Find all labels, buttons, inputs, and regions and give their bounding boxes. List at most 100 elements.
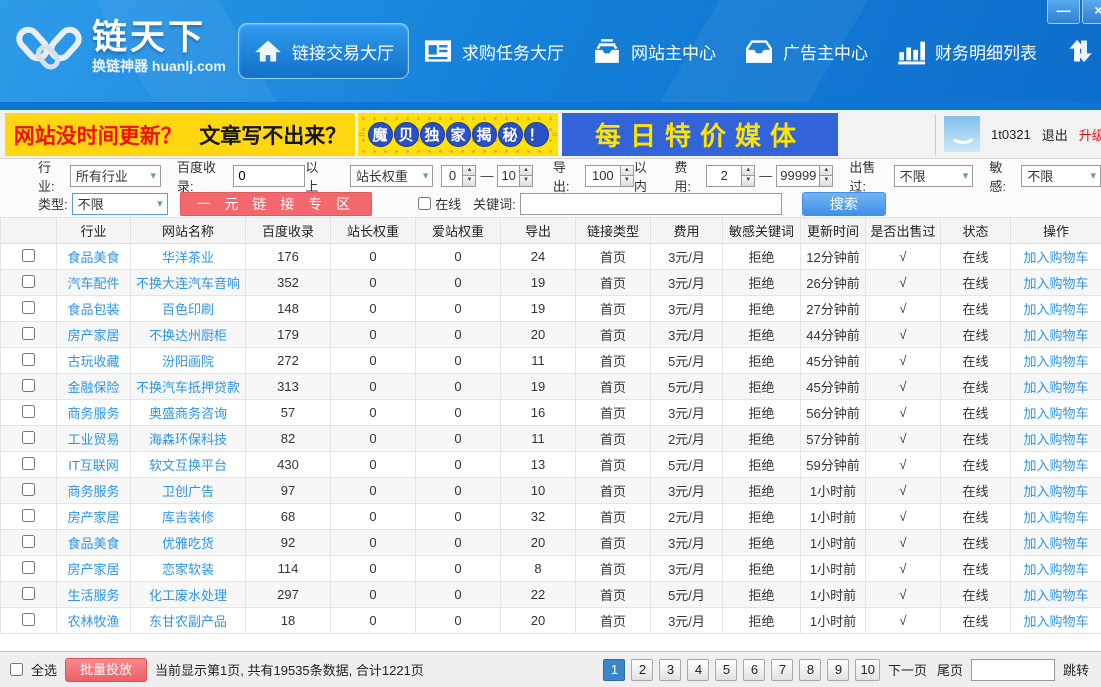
cell-site[interactable]: 百色印刷 (162, 302, 214, 317)
nav-advertiser-center[interactable]: 广告主中心 (730, 25, 882, 77)
banner-mobei-ad[interactable]: ≈ 魔贝独家揭秘！ ≈ (358, 113, 558, 156)
spinner-down[interactable]: ▼ (520, 176, 532, 186)
cell-site[interactable]: 软文互换平台 (149, 458, 227, 473)
spinner-down[interactable]: ▼ (463, 176, 475, 186)
select-all-checkbox[interactable] (10, 663, 23, 676)
cell-industry[interactable]: IT互联网 (68, 458, 119, 473)
cell-industry[interactable]: 食品美食 (67, 250, 119, 265)
spinner-up[interactable]: ▲ (463, 166, 475, 177)
spinner-up[interactable]: ▲ (621, 166, 633, 177)
cell-action[interactable]: 加入购物车 (1023, 588, 1088, 603)
cell-site[interactable]: 不换汽车抵押贷款 (136, 380, 240, 395)
export-stepper[interactable]: 100 ▲▼ (585, 165, 634, 187)
spinner-up[interactable]: ▲ (520, 166, 532, 177)
cell-industry[interactable]: 商务服务 (67, 406, 119, 421)
cell-action[interactable]: 加入购物车 (1023, 328, 1088, 343)
cell-industry[interactable]: 工业贸易 (67, 432, 119, 447)
page-button-9[interactable]: 9 (827, 659, 849, 681)
cell-site[interactable]: 库吉装修 (162, 510, 214, 525)
search-button[interactable]: 搜索 (802, 192, 886, 216)
row-checkbox[interactable] (22, 587, 35, 600)
row-checkbox[interactable] (22, 405, 35, 418)
row-checkbox[interactable] (22, 275, 35, 288)
cell-site[interactable]: 卫创广告 (162, 484, 214, 499)
row-checkbox[interactable] (22, 509, 35, 522)
logout-link[interactable]: 退出 (1042, 125, 1068, 144)
weight-max-stepper[interactable]: 10 ▲▼ (497, 165, 532, 187)
row-checkbox[interactable] (22, 301, 35, 314)
nav-webmaster-center[interactable]: 网站主中心 (578, 25, 730, 77)
cell-action[interactable]: 加入购物车 (1023, 302, 1088, 317)
row-checkbox[interactable] (22, 431, 35, 444)
cell-industry[interactable]: 房产家居 (67, 562, 119, 577)
one-yuan-zone-button[interactable]: 一 元 链 接 专 区 (180, 192, 372, 216)
fee-max-stepper[interactable]: 99999 ▲▼ (776, 165, 833, 187)
page-button-3[interactable]: 3 (659, 659, 681, 681)
cell-industry[interactable]: 古玩收藏 (67, 354, 119, 369)
page-button-10[interactable]: 10 (855, 659, 879, 681)
cell-industry[interactable]: 生活服务 (67, 588, 119, 603)
next-page-button[interactable]: 下一页 (888, 660, 927, 679)
baidu-include-input[interactable] (233, 165, 305, 187)
cell-industry[interactable]: 农林牧渔 (67, 614, 119, 629)
close-button[interactable]: × (1082, 0, 1101, 24)
cell-action[interactable]: 加入购物车 (1023, 484, 1088, 499)
cell-action[interactable]: 加入购物车 (1023, 614, 1088, 629)
row-checkbox[interactable] (22, 379, 35, 392)
banner-daily-special-ad[interactable]: 每日特价媒体 (562, 113, 838, 156)
nav-buy-task-hall[interactable]: 求购任务大厅 (409, 25, 578, 77)
row-checkbox[interactable] (22, 353, 35, 366)
type-select[interactable]: 不限▾ (72, 193, 168, 215)
cell-site[interactable]: 奥盛商务咨询 (149, 406, 227, 421)
cell-site[interactable]: 不换达州厨柜 (149, 328, 227, 343)
cell-industry[interactable]: 房产家居 (67, 510, 119, 525)
page-button-4[interactable]: 4 (687, 659, 709, 681)
cell-industry[interactable]: 房产家居 (67, 328, 119, 343)
row-checkbox[interactable] (22, 613, 35, 626)
cell-action[interactable]: 加入购物车 (1023, 354, 1088, 369)
page-button-2[interactable]: 2 (631, 659, 653, 681)
spinner-down[interactable]: ▼ (820, 176, 832, 186)
industry-select[interactable]: 所有行业▾ (70, 165, 161, 187)
row-checkbox[interactable] (22, 483, 35, 496)
cell-industry[interactable]: 金融保险 (67, 380, 119, 395)
cell-action[interactable]: 加入购物车 (1023, 562, 1088, 577)
cell-action[interactable]: 加入购物车 (1023, 380, 1088, 395)
cell-site[interactable]: 海森环保科技 (149, 432, 227, 447)
spinner-up[interactable]: ▲ (742, 166, 754, 177)
cell-action[interactable]: 加入购物车 (1023, 250, 1088, 265)
online-checkbox[interactable] (418, 197, 431, 210)
cell-site[interactable]: 化工废水处理 (149, 588, 227, 603)
page-button-5[interactable]: 5 (715, 659, 737, 681)
jump-button[interactable]: 跳转 (1063, 660, 1089, 679)
weight-min-stepper[interactable]: 0 ▲▼ (441, 165, 476, 187)
page-button-6[interactable]: 6 (743, 659, 765, 681)
cell-site[interactable]: 汾阳画院 (162, 354, 214, 369)
cell-action[interactable]: 加入购物车 (1023, 432, 1088, 447)
cell-site[interactable]: 优雅吃货 (162, 536, 214, 551)
cell-industry[interactable]: 汽车配件 (67, 276, 119, 291)
sold-select[interactable]: 不限▾ (894, 165, 974, 187)
cell-action[interactable]: 加入购物车 (1023, 406, 1088, 421)
page-button-8[interactable]: 8 (799, 659, 821, 681)
row-checkbox[interactable] (22, 535, 35, 548)
cell-action[interactable]: 加入购物车 (1023, 276, 1088, 291)
page-button-7[interactable]: 7 (771, 659, 793, 681)
spinner-up[interactable]: ▲ (820, 166, 832, 177)
jump-page-input[interactable] (971, 659, 1055, 681)
banner-update-ad[interactable]: 网站没时间更新？ 文章写不出来？ (5, 113, 355, 156)
sensitive-select[interactable]: 不限▾ (1021, 165, 1101, 187)
row-checkbox[interactable] (22, 457, 35, 470)
row-checkbox[interactable] (22, 249, 35, 262)
cell-action[interactable]: 加入购物车 (1023, 536, 1088, 551)
nav-link-trade-hall[interactable]: 链接交易大厅 (238, 23, 409, 79)
batch-publish-button[interactable]: 批量投放 (65, 658, 147, 682)
last-page-button[interactable]: 尾页 (937, 660, 963, 679)
cell-action[interactable]: 加入购物车 (1023, 510, 1088, 525)
nav-finance-list[interactable]: 财务明细列表 (882, 24, 1051, 78)
upgrade-vip-link[interactable]: 升级VIP (1079, 125, 1101, 144)
weight-type-select[interactable]: 站长权重▾ (350, 165, 434, 187)
minimize-button[interactable]: — (1047, 0, 1080, 24)
cell-action[interactable]: 加入购物车 (1023, 458, 1088, 473)
cell-industry[interactable]: 商务服务 (67, 484, 119, 499)
